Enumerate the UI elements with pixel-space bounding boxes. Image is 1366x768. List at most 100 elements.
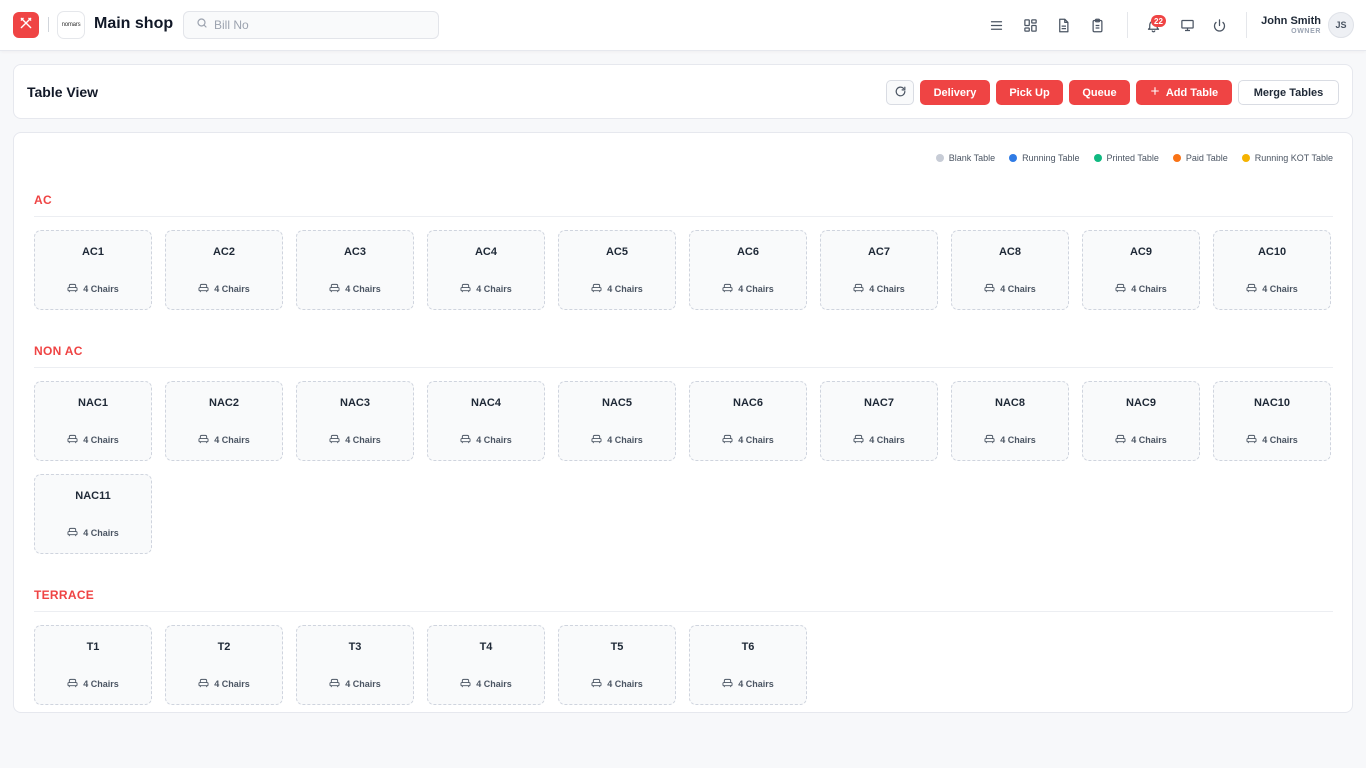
table-card[interactable]: NAC11 4 Chairs xyxy=(34,474,152,554)
section-divider xyxy=(34,216,1333,217)
table-card[interactable]: AC1 4 Chairs xyxy=(34,230,152,310)
table-name: AC8 xyxy=(998,246,1021,258)
section-title: AC xyxy=(34,193,52,207)
table-chairs: 4 Chairs xyxy=(1083,434,1199,446)
table-name: AC10 xyxy=(1257,246,1287,258)
sofa-icon xyxy=(984,283,995,295)
table-card[interactable]: AC2 4 Chairs xyxy=(165,230,283,310)
table-chairs: 4 Chairs xyxy=(821,283,937,295)
table-card[interactable]: AC3 4 Chairs xyxy=(296,230,414,310)
sofa-icon xyxy=(329,283,340,295)
header-divider xyxy=(48,17,49,32)
add-table-label: Add Table xyxy=(1165,86,1219,99)
table-card[interactable]: T5 4 Chairs xyxy=(558,625,676,705)
chairs-count: 4 Chairs xyxy=(83,284,119,294)
document-icon[interactable] xyxy=(1054,16,1072,34)
bill-search[interactable] xyxy=(183,11,439,39)
bill-search-input[interactable] xyxy=(214,18,434,32)
shop-name: Main shop xyxy=(94,15,174,32)
table-card[interactable]: NAC8 4 Chairs xyxy=(951,381,1069,461)
chairs-count: 4 Chairs xyxy=(738,284,774,294)
table-card[interactable]: T6 4 Chairs xyxy=(689,625,807,705)
monitor-icon[interactable] xyxy=(1178,16,1196,34)
table-name: NAC1 xyxy=(78,397,108,409)
plus-icon xyxy=(1150,86,1160,99)
delivery-button[interactable]: Delivery xyxy=(920,80,990,105)
table-card[interactable]: AC5 4 Chairs xyxy=(558,230,676,310)
table-card[interactable]: T4 4 Chairs xyxy=(427,625,545,705)
table-card[interactable]: NAC2 4 Chairs xyxy=(165,381,283,461)
table-card[interactable]: AC9 4 Chairs xyxy=(1082,230,1200,310)
sofa-icon xyxy=(722,678,733,690)
tables-panel: Blank Table Running Table Printed Table Pai… xyxy=(13,132,1353,713)
grid-view-icon[interactable] xyxy=(1021,16,1039,34)
table-name: AC1 xyxy=(81,246,104,258)
chairs-count: 4 Chairs xyxy=(83,528,119,538)
user-role: OWNER xyxy=(1291,28,1321,35)
table-card[interactable]: AC8 4 Chairs xyxy=(951,230,1069,310)
sofa-icon xyxy=(591,283,602,295)
table-card[interactable]: NAC9 4 Chairs xyxy=(1082,381,1200,461)
sofa-icon xyxy=(198,283,209,295)
sofa-icon xyxy=(722,283,733,295)
table-card[interactable]: AC4 4 Chairs xyxy=(427,230,545,310)
clipboard-icon[interactable] xyxy=(1088,16,1106,34)
table-card[interactable]: NAC3 4 Chairs xyxy=(296,381,414,461)
chairs-count: 4 Chairs xyxy=(345,679,381,689)
table-name: AC7 xyxy=(867,246,890,258)
table-card[interactable]: T3 4 Chairs xyxy=(296,625,414,705)
table-name: T4 xyxy=(479,641,493,653)
table-name: NAC11 xyxy=(75,490,111,502)
sofa-icon xyxy=(67,527,78,539)
chairs-count: 4 Chairs xyxy=(476,435,512,445)
sofa-icon xyxy=(67,434,78,446)
table-chairs: 4 Chairs xyxy=(166,283,282,295)
chairs-count: 4 Chairs xyxy=(214,435,250,445)
legend-label: Paid Table xyxy=(1185,153,1228,163)
table-name: NAC5 xyxy=(602,397,632,409)
table-card[interactable]: NAC5 4 Chairs xyxy=(558,381,676,461)
pickup-button[interactable]: Pick Up xyxy=(996,80,1063,105)
legend-dot xyxy=(935,154,944,162)
table-chairs: 4 Chairs xyxy=(821,434,937,446)
app-logo[interactable] xyxy=(13,12,39,38)
table-card[interactable]: T2 4 Chairs xyxy=(165,625,283,705)
table-chairs: 4 Chairs xyxy=(559,283,675,295)
legend-dot xyxy=(1241,154,1250,162)
legend-dot xyxy=(1093,154,1102,162)
merge-tables-button[interactable]: Merge Tables xyxy=(1238,80,1339,105)
utensils-icon xyxy=(19,16,33,35)
chairs-count: 4 Chairs xyxy=(607,679,643,689)
table-chairs: 4 Chairs xyxy=(428,283,544,295)
power-icon[interactable] xyxy=(1210,16,1228,34)
chairs-count: 4 Chairs xyxy=(214,284,250,294)
table-name: T2 xyxy=(217,641,231,653)
table-card[interactable]: AC10 4 Chairs xyxy=(1213,230,1331,310)
add-table-button[interactable]: Add Table xyxy=(1136,80,1232,105)
table-name: NAC4 xyxy=(471,397,501,409)
avatar[interactable]: JS xyxy=(1328,12,1354,38)
table-card[interactable]: NAC10 4 Chairs xyxy=(1213,381,1331,461)
legend-label: Blank Table xyxy=(948,153,996,163)
menu-list-icon[interactable] xyxy=(987,16,1005,34)
table-card[interactable]: NAC4 4 Chairs xyxy=(427,381,545,461)
sofa-icon xyxy=(853,283,864,295)
chairs-count: 4 Chairs xyxy=(83,435,119,445)
legend-dot xyxy=(1172,154,1181,162)
table-card[interactable]: NAC7 4 Chairs xyxy=(820,381,938,461)
table-card[interactable]: NAC6 4 Chairs xyxy=(689,381,807,461)
user-name: John Smith xyxy=(1261,15,1321,27)
table-card[interactable]: NAC1 4 Chairs xyxy=(34,381,152,461)
table-chairs: 4 Chairs xyxy=(690,283,806,295)
queue-button[interactable]: Queue xyxy=(1069,80,1130,105)
table-card[interactable]: AC7 4 Chairs xyxy=(820,230,938,310)
table-name: T5 xyxy=(610,641,624,653)
table-card[interactable]: T1 4 Chairs xyxy=(34,625,152,705)
chairs-count: 4 Chairs xyxy=(607,284,643,294)
table-card[interactable]: AC6 4 Chairs xyxy=(689,230,807,310)
table-chairs: 4 Chairs xyxy=(35,434,151,446)
status-legend: Blank Table Running Table Printed Table Pai… xyxy=(935,153,1333,163)
table-name: T6 xyxy=(741,641,755,653)
refresh-button[interactable] xyxy=(886,80,914,105)
header-divider xyxy=(1246,12,1247,38)
